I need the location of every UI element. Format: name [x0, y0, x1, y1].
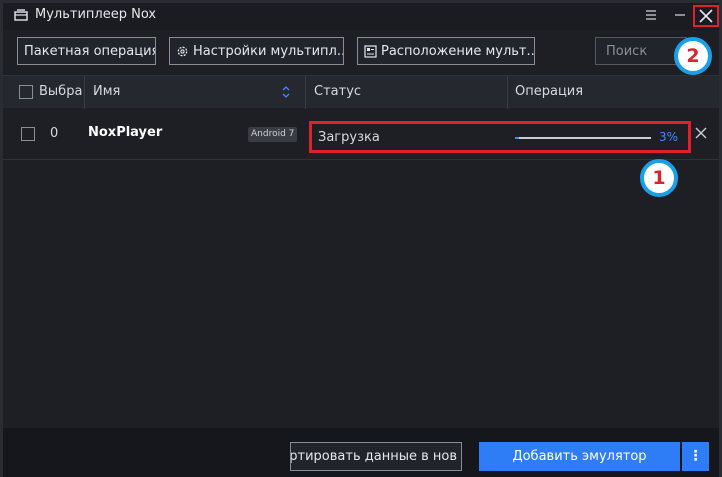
annotation-marker-2: 2	[674, 37, 712, 75]
menu-icon[interactable]	[643, 6, 659, 24]
batch-operation-button[interactable]: Пакетная операция	[17, 37, 156, 65]
sort-icon[interactable]	[281, 85, 291, 99]
download-progress-percent: 3%	[659, 130, 679, 144]
close-icon	[699, 9, 713, 23]
column-divider	[84, 76, 85, 109]
column-name[interactable]: Имя	[93, 84, 120, 99]
layout-grid-icon	[364, 44, 377, 58]
multiplayer-layout-label: Расположение мульт...	[381, 43, 535, 59]
title-bar: Мультиплеер Nox	[3, 3, 719, 30]
status-text: Загрузка	[318, 130, 380, 145]
status-highlight-box: Загрузка 3%	[309, 121, 691, 153]
multiplayer-window: Мультиплеер Nox Пакетная операция Настро…	[0, 0, 722, 477]
window-title: Мультиплеер Nox	[35, 7, 157, 22]
footer-bar: ортировать данные в нов Добавить эмулято…	[3, 428, 719, 477]
table-header: Выбра Имя Статус Операция	[3, 75, 719, 109]
column-operation: Операция	[515, 84, 584, 99]
multiplayer-settings-label: Настройки мультипл...	[193, 43, 344, 59]
multiplayer-app-icon	[14, 9, 28, 21]
column-divider	[507, 76, 508, 109]
column-select: Выбра	[39, 84, 83, 99]
row-checkbox[interactable]	[21, 127, 35, 141]
annotation-marker-1: 1	[640, 159, 678, 197]
gear-icon	[177, 46, 188, 56]
more-options-button[interactable]: ⋮	[682, 442, 709, 471]
row-index: 0	[50, 126, 59, 141]
download-progress-fill	[515, 137, 520, 139]
cancel-download-icon[interactable]	[695, 127, 707, 139]
close-window-button[interactable]	[693, 5, 719, 27]
multiplayer-layout-button[interactable]: Расположение мульт...	[357, 37, 535, 65]
batch-operation-label: Пакетная операция	[24, 43, 156, 59]
emulator-name: NoxPlayer	[88, 125, 163, 140]
search-placeholder: Поиск	[606, 44, 648, 59]
export-data-label: ортировать данные в нов	[290, 449, 457, 464]
multiplayer-settings-button[interactable]: Настройки мультипл...	[169, 37, 344, 65]
select-all-checkbox[interactable]	[19, 85, 33, 99]
column-status: Статус	[314, 84, 362, 99]
android-version-badge: Android 7	[248, 127, 298, 142]
download-progress-bar	[515, 137, 651, 139]
search-input[interactable]: Поиск	[595, 37, 687, 65]
table-row[interactable]: 0 NoxPlayer Android 7 Загрузка 3%	[3, 108, 719, 160]
column-divider	[305, 76, 306, 109]
minimize-icon[interactable]	[672, 6, 688, 24]
export-data-button[interactable]: ортировать данные в нов	[290, 442, 462, 471]
add-emulator-button[interactable]: Добавить эмулятор	[479, 442, 680, 471]
